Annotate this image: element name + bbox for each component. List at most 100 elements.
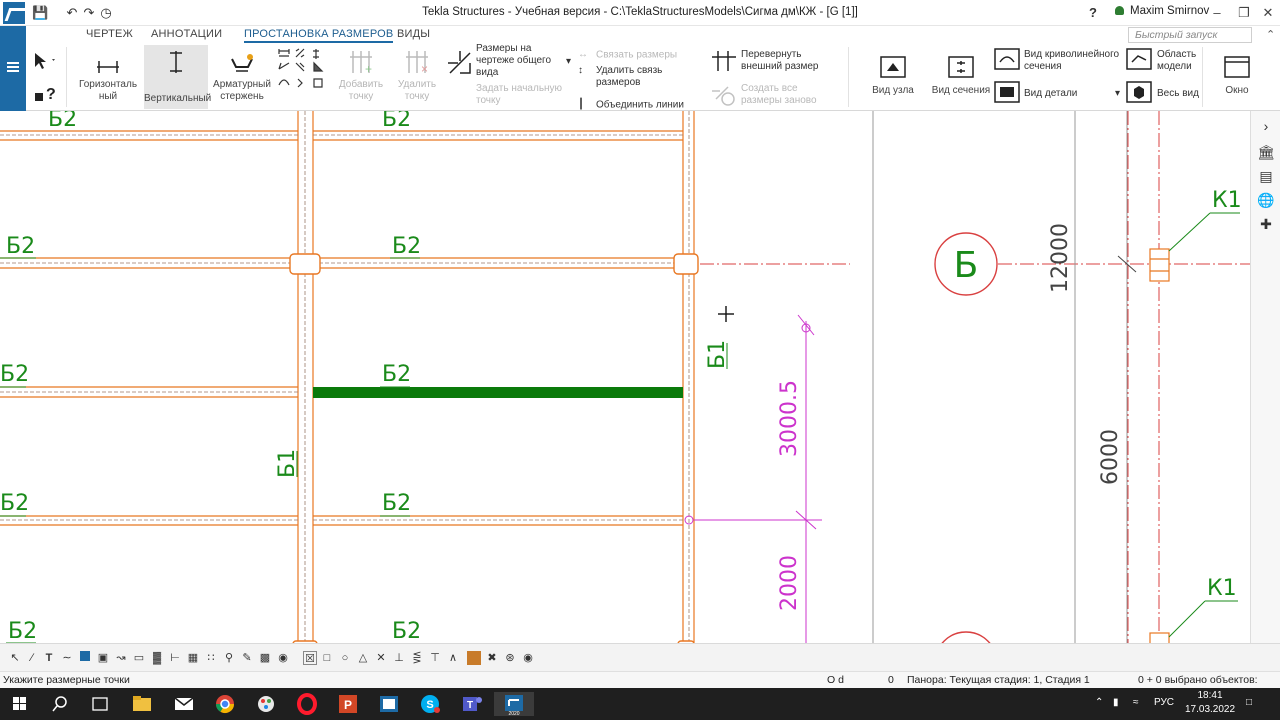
grid-lines <box>872 111 1128 643</box>
rebar-dim-button[interactable]: Арматурный стержень <box>212 49 272 109</box>
merge-lines-button[interactable]: ┃ Объединить линии <box>578 99 684 112</box>
wifi-icon[interactable]: ≈ <box>1133 697 1139 708</box>
cross-snap-icon[interactable]: ✕ <box>374 651 388 665</box>
help-icon[interactable]: ? <box>1085 5 1101 21</box>
tab-dimensioning[interactable]: ПРОСТАНОВКА РАЗМЕРОВ <box>244 28 394 43</box>
delete-point-button[interactable]: × Удалить точку <box>390 49 444 109</box>
square-snap-icon[interactable]: □ <box>320 651 334 665</box>
rectangle-icon[interactable]: ▭ <box>132 651 146 665</box>
beam-label: Б2 <box>0 362 29 387</box>
search-icon[interactable] <box>40 692 80 716</box>
set-start-button[interactable]: Задать начальную точку <box>446 83 576 107</box>
mail-icon[interactable] <box>164 692 204 716</box>
restore-button[interactable]: ❐ <box>1232 4 1256 22</box>
file-explorer-icon[interactable] <box>122 692 162 716</box>
minimize-button[interactable]: – <box>1205 4 1229 22</box>
dimension-text[interactable]: 3000.5 <box>777 380 802 457</box>
whiteboard-icon[interactable] <box>369 692 409 716</box>
snap-icon[interactable]: ↝ <box>114 651 128 665</box>
properties-icon[interactable]: ▤ <box>1257 167 1275 185</box>
tekla-taskbar-icon[interactable]: 2020 <box>494 692 534 717</box>
selected-beam[interactable] <box>313 387 683 398</box>
curved-section-button[interactable]: Вид криволинейного сечения <box>1024 49 1136 73</box>
brush-icon[interactable]: ✎ <box>240 651 254 665</box>
powerpoint-icon[interactable]: P <box>328 692 368 716</box>
hatch-icon[interactable]: ▓ <box>150 651 164 665</box>
quick-launch-input[interactable]: Быстрый запуск <box>1128 27 1252 43</box>
window-button[interactable]: Окно <box>1212 55 1262 107</box>
zoom-icon[interactable]: ⚲ <box>222 651 236 665</box>
file-menu-strip[interactable] <box>0 26 26 111</box>
leader-icon[interactable]: ∼ <box>60 651 74 665</box>
tab-views[interactable]: ВИДЫ <box>397 28 430 40</box>
dimension-text[interactable]: 2000 <box>777 555 802 611</box>
detail-view-button[interactable]: Вид детали <box>1024 88 1077 100</box>
unlink-dims-button[interactable]: ↕ Удалить связь размеров <box>578 65 698 89</box>
add-point-button[interactable]: + Добавить точку <box>334 49 388 109</box>
clock[interactable]: 18:41 17.03.2022 <box>1185 690 1235 715</box>
tray-chevron-icon[interactable]: ⌃ <box>1095 697 1103 708</box>
pointer-icon[interactable]: ↖ <box>8 651 22 665</box>
node-view-button[interactable]: Вид узла <box>868 55 918 107</box>
vertical-dim-button[interactable]: Вертикальный <box>144 45 211 109</box>
paint-icon[interactable] <box>246 692 286 716</box>
notifications-icon[interactable]: □ <box>1246 697 1252 708</box>
svg-text:T: T <box>467 700 473 711</box>
apps-icon[interactable]: ✚ <box>1257 215 1275 233</box>
text-icon[interactable]: T <box>42 651 56 665</box>
line-icon[interactable]: ∕ <box>25 651 39 665</box>
chrome-icon[interactable] <box>205 692 245 716</box>
frame-icon[interactable]: ▣ <box>96 651 110 665</box>
intersection-snap-icon[interactable]: ⋚ <box>410 651 424 665</box>
snap-settings-icon[interactable]: ⊛ <box>503 651 517 665</box>
dots-grid-icon[interactable]: ∷ <box>204 651 218 665</box>
dimension-text[interactable]: 6000 <box>1098 429 1123 485</box>
pattern-icon[interactable]: ▩ <box>258 651 272 665</box>
tangent-snap-icon[interactable]: ⊤ <box>428 651 442 665</box>
general-dims-dropdown[interactable]: ▾ <box>566 56 571 68</box>
perpendicular-snap-icon[interactable]: ⊥ <box>392 651 406 665</box>
section-view-button[interactable]: Вид сечения <box>930 55 992 107</box>
visibility-icon[interactable]: ◉ <box>521 651 535 665</box>
battery-icon[interactable]: ▮ <box>1113 697 1119 708</box>
recreate-dims-button[interactable]: Создать все размеры заново <box>741 83 841 107</box>
teams-icon[interactable]: T <box>451 692 491 716</box>
globe-icon[interactable]: 🌐 <box>1257 191 1275 209</box>
nearest-snap-icon[interactable]: ∧ <box>446 651 460 665</box>
close-button[interactable]: ✕ <box>1256 4 1280 22</box>
task-view-icon[interactable] <box>80 692 120 716</box>
chevron-up-icon[interactable]: ⌃ <box>1266 28 1275 41</box>
opera-icon[interactable] <box>287 692 327 716</box>
chevron-right-icon[interactable]: › <box>1257 117 1275 135</box>
any-point-icon[interactable]: ✖ <box>485 651 499 665</box>
general-dims-button[interactable]: Размеры на чертеже общего вида <box>476 43 568 79</box>
windows-start-icon[interactable] <box>0 692 40 716</box>
tab-drawing[interactable]: ЧЕРТЕЖ <box>86 28 133 40</box>
detail-view-dropdown[interactable]: ▾ <box>1115 88 1120 100</box>
circle-snap-icon[interactable]: ○ <box>338 651 352 665</box>
hamburger-menu-icon[interactable] <box>7 62 19 72</box>
language-indicator[interactable]: РУС <box>1154 697 1174 708</box>
snap-box-icon[interactable]: ☒ <box>303 651 317 665</box>
catalog-icon[interactable]: 🏛 <box>1257 143 1275 161</box>
link-dims-button[interactable]: ↔ Связать размеры <box>578 49 677 62</box>
drawing-canvas[interactable]: Б Б2 Б2 Б2 Б2 Б2 Б2 Б2 Б2 Б2 Б2 К1 К1 Б1… <box>0 111 1250 643</box>
tab-annotations[interactable]: АННОТАЦИИ <box>151 28 222 40</box>
triangle-snap-icon[interactable]: △ <box>356 651 370 665</box>
eye-icon[interactable]: ◉ <box>276 651 290 665</box>
filled-square-icon[interactable] <box>78 651 92 665</box>
add-point-icon: + <box>347 49 375 76</box>
dimension-text[interactable]: 12000 <box>1048 223 1073 293</box>
help-select-icon[interactable]: ? <box>32 81 58 105</box>
grid-icon[interactable]: ▦ <box>186 651 200 665</box>
dimension-tools-grid <box>276 47 332 103</box>
horizontal-dim-button[interactable]: Горизонталь ный <box>74 49 142 109</box>
user-account[interactable]: Maxim Smirnov <box>1115 5 1209 17</box>
orange-snap-icon[interactable] <box>467 651 481 665</box>
select-arrow-icon[interactable] <box>32 51 58 71</box>
dimension-h-icon[interactable]: ⊢ <box>168 651 182 665</box>
skype-icon[interactable]: S <box>410 692 450 716</box>
flip-external-button[interactable]: Перевернуть внешний размер <box>741 49 841 73</box>
model-area-button[interactable]: Область модели <box>1157 49 1207 73</box>
whole-view-button[interactable]: Весь вид <box>1157 88 1199 100</box>
